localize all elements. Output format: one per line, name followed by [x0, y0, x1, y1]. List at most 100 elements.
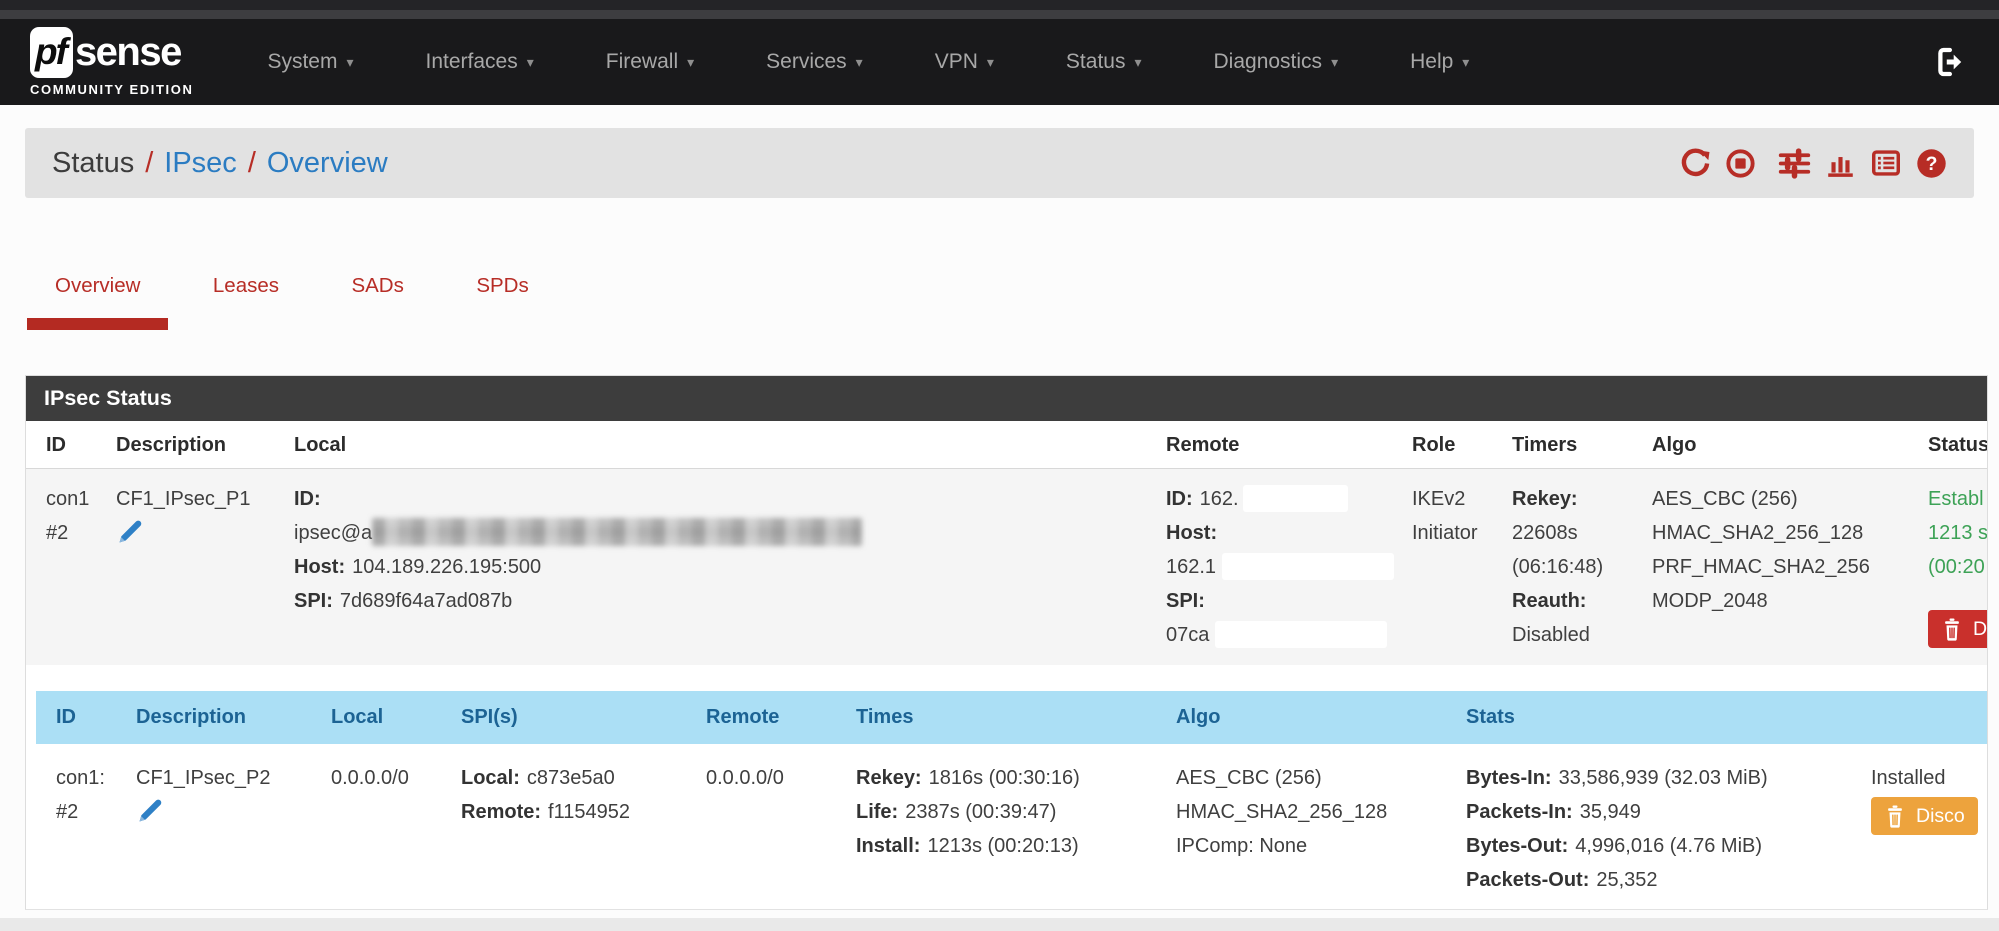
spi-local-value: c873e5a0	[527, 767, 615, 789]
spi-local-label: Local:	[461, 767, 520, 789]
main-navbar: pf sense COMMUNITY EDITION System Interf…	[0, 19, 1999, 105]
cell-status: Installed Disco	[1861, 744, 1988, 909]
page-top-strip	[0, 10, 1999, 19]
panel-title: IPsec Status	[26, 376, 1987, 421]
sliders-icon[interactable]	[1778, 147, 1811, 180]
status-installed: Installed	[1871, 761, 1988, 795]
chevron-down-icon	[1462, 54, 1469, 71]
disconnect-button-label: Dis	[1973, 618, 1988, 641]
disconnect-p2-button[interactable]: Disco	[1871, 797, 1978, 835]
install-value: 1213s (00:20:13)	[927, 835, 1078, 857]
chevron-down-icon	[987, 54, 994, 71]
col-description: Description	[126, 691, 321, 744]
pencil-icon[interactable]	[116, 518, 144, 557]
trash-icon	[1941, 617, 1963, 641]
chevron-down-icon	[856, 54, 863, 71]
cell-algo: AES_CBC (256) HMAC_SHA2_256_128 PRF_HMAC…	[1640, 469, 1916, 666]
local-host-value: 104.189.226.195:500	[352, 556, 541, 578]
col-remote: Remote	[696, 691, 846, 744]
remote-host-value: 162.1	[1166, 556, 1216, 578]
community-edition-label: COMMUNITY EDITION	[30, 82, 193, 97]
nav-item-vpn[interactable]: VPN	[899, 50, 1030, 74]
rekey-value: 1816s (00:30:16)	[929, 767, 1080, 789]
nav-item-interfaces[interactable]: Interfaces	[390, 50, 570, 74]
col-algo: Algo	[1166, 691, 1456, 744]
life-label: Life:	[856, 801, 898, 823]
cell-times: Rekey: 1816s (00:30:16) Life: 2387s (00:39…	[846, 744, 1166, 909]
remote-id-label: ID:	[1166, 488, 1193, 510]
tab-sads[interactable]: SADs	[323, 274, 431, 330]
install-label: Install:	[856, 835, 920, 857]
table-row: con1: #2 CF1_IPsec_P2 0.0.0.0/0	[36, 744, 1988, 909]
nav-item-status[interactable]: Status	[1030, 50, 1178, 74]
cell-description: CF1_IPsec_P2	[126, 744, 321, 909]
local-id-value: ipsec@a	[294, 522, 372, 544]
redacted-box	[1222, 553, 1394, 580]
disconnect-p1-button[interactable]: Dis	[1928, 610, 1988, 648]
cell-role: IKEv2 Initiator	[1400, 469, 1500, 666]
remote-id-value: 162.	[1200, 488, 1239, 510]
col-local: Local	[321, 691, 451, 744]
col-stats: Stats	[1456, 691, 1861, 744]
nav-item-services[interactable]: Services	[730, 50, 899, 74]
cell-id: con1 #2	[26, 469, 104, 666]
page-action-icons: ?	[1680, 147, 1947, 180]
nav-item-help[interactable]: Help	[1374, 50, 1505, 74]
cell-id: con1: #2	[36, 744, 126, 909]
tab-leases[interactable]: Leases	[185, 274, 307, 330]
trash-icon	[1884, 804, 1906, 828]
rekey-label: Rekey:	[856, 767, 922, 789]
tab-overview[interactable]: Overview	[27, 274, 168, 330]
nav-item-diagnostics[interactable]: Diagnostics	[1178, 50, 1375, 74]
breadcrumb-link-ipsec[interactable]: IPsec	[164, 147, 237, 180]
ipsec-p2-table: ID Description Local SPI(s) Remote Times…	[36, 691, 1988, 909]
spi-remote-label: Remote:	[461, 801, 541, 823]
table-row: con1 #2 CF1_IPsec_P1 ID: ipsec@a Host:10…	[26, 469, 1988, 666]
cell-remote: ID:162. Host: 162.1 SPI: 07ca	[1154, 469, 1400, 666]
nav-item-label: Help	[1410, 50, 1453, 74]
list-icon[interactable]	[1870, 147, 1902, 179]
refresh-icon[interactable]	[1680, 148, 1711, 179]
tab-spds[interactable]: SPDs	[448, 274, 556, 330]
help-icon[interactable]: ?	[1916, 148, 1947, 179]
bytes-out-value: 4,996,016 (4.76 MiB)	[1575, 835, 1762, 857]
sign-out-icon[interactable]	[1935, 45, 1969, 79]
nav-item-label: Services	[766, 50, 847, 74]
packets-in-label: Packets-In:	[1466, 801, 1573, 823]
breadcrumb-separator: /	[248, 147, 256, 180]
nav-item-system[interactable]: System	[231, 50, 389, 74]
pencil-icon[interactable]	[136, 797, 164, 836]
col-local: Local	[282, 421, 1154, 469]
rekey-label: Rekey:	[1512, 488, 1578, 510]
cell-status: Establ 1213 s (00:20 Dis	[1916, 469, 1988, 666]
col-id: ID	[36, 691, 126, 744]
col-id: ID	[26, 421, 104, 469]
cell-local: ID: ipsec@a Host:104.189.226.195:500 SPI…	[282, 469, 1154, 666]
nav-item-label: Status	[1066, 50, 1126, 74]
stop-icon[interactable]	[1725, 148, 1756, 179]
local-host-label: Host:	[294, 556, 345, 578]
nav-item-label: Interfaces	[426, 50, 518, 74]
bar-chart-icon[interactable]	[1825, 148, 1856, 179]
packets-out-value: 25,352	[1596, 869, 1657, 891]
nav-item-firewall[interactable]: Firewall	[570, 50, 730, 74]
col-role: Role	[1400, 421, 1500, 469]
life-value: 2387s (00:39:47)	[905, 801, 1056, 823]
breadcrumb-link-overview[interactable]: Overview	[267, 147, 388, 180]
cell-timers: Rekey: 22608s (06:16:48) Reauth: Disable…	[1500, 469, 1640, 666]
pfsense-logo[interactable]: pf sense COMMUNITY EDITION	[30, 27, 193, 97]
cell-remote: 0.0.0.0/0	[696, 744, 846, 909]
local-id-label: ID:	[294, 488, 321, 510]
redacted-box	[1243, 485, 1348, 512]
col-spis: SPI(s)	[451, 691, 696, 744]
nav-item-label: Diagnostics	[1214, 50, 1323, 74]
breadcrumb-section: Status	[52, 147, 134, 180]
disconnect-button-label: Disco	[1916, 805, 1965, 828]
breadcrumb: Status / IPsec / Overview ?	[25, 128, 1974, 198]
chevron-down-icon	[346, 54, 353, 71]
remote-spi-label: SPI:	[1166, 590, 1205, 612]
packets-in-value: 35,949	[1580, 801, 1641, 823]
nav-menu: System Interfaces Firewall Services VPN …	[231, 50, 1505, 74]
child-table-wrap: ID Description Local SPI(s) Remote Times…	[36, 665, 1987, 909]
chevron-down-icon	[1331, 54, 1338, 71]
